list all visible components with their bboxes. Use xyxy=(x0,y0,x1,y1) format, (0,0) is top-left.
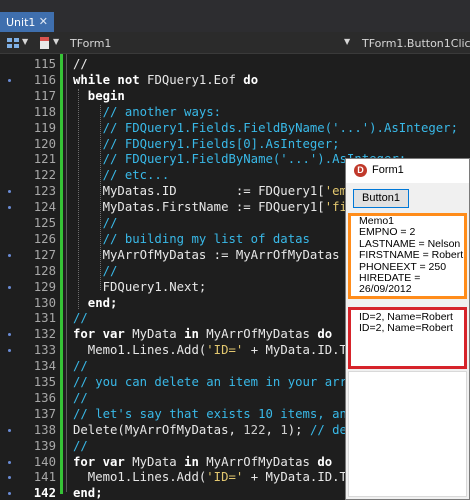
code-text[interactable]: // xyxy=(73,215,118,232)
line-number: 126 xyxy=(33,231,56,246)
line-number: 138 xyxy=(33,422,56,437)
code-text[interactable]: // xyxy=(73,390,88,407)
structure-icon[interactable] xyxy=(6,36,20,50)
delphi-logo-icon: D xyxy=(354,164,367,177)
tab-label: Unit1 xyxy=(6,16,36,29)
close-icon[interactable]: ✕ xyxy=(39,15,48,28)
memo-empty-area xyxy=(348,371,467,497)
code-text[interactable]: // FDQuery1.Fields.FieldByName('...').As… xyxy=(73,120,458,137)
line-number: 123 xyxy=(33,184,56,199)
method-selector[interactable]: TForm1.Button1Click xyxy=(362,37,470,50)
line-number: 128 xyxy=(33,263,56,278)
line-number: 142 xyxy=(33,486,56,500)
code-text[interactable]: MyDatas.ID := FDQuery1['em xyxy=(73,183,347,200)
breakpoint-marker-icon[interactable] xyxy=(8,460,11,464)
line-number: 139 xyxy=(33,438,56,453)
code-line[interactable]: 118 // another ways: xyxy=(0,104,470,121)
line-number: 117 xyxy=(33,88,56,103)
code-text[interactable]: // xyxy=(73,310,88,327)
document-icon[interactable] xyxy=(38,36,52,50)
line-number: 135 xyxy=(33,375,56,389)
breakpoint-marker-icon[interactable] xyxy=(8,428,11,432)
line-number: 129 xyxy=(33,279,56,294)
code-line[interactable]: 119 // FDQuery1.Fields.FieldByName('...'… xyxy=(0,120,470,137)
tab-unit1[interactable]: Unit1 ✕ xyxy=(0,12,54,32)
code-line[interactable]: 117 begin xyxy=(0,88,470,105)
breakpoint-marker-icon[interactable] xyxy=(8,492,11,496)
form-title-bar: D Form1 xyxy=(346,159,469,183)
line-number: 125 xyxy=(33,216,56,230)
line-number: 133 xyxy=(33,343,56,358)
code-text[interactable]: MyDatas.FirstName := FDQuery1['fi xyxy=(73,199,347,216)
code-text[interactable]: // xyxy=(73,438,88,455)
form1-window: D Form1 Button1 Memo1 EMPNO = 2 LASTNAME =… xyxy=(345,158,470,500)
code-text[interactable]: // xyxy=(73,263,118,280)
code-text[interactable]: Delete(MyArrOfMyDatas, 122, 1); // de xyxy=(73,422,347,439)
line-number: 134 xyxy=(33,359,56,374)
breakpoint-marker-icon[interactable] xyxy=(8,253,11,257)
code-text[interactable]: // xyxy=(73,358,88,375)
breakpoint-marker-icon[interactable] xyxy=(8,476,11,480)
line-number: 141 xyxy=(33,470,56,485)
code-text[interactable]: begin xyxy=(73,88,125,105)
code-line[interactable]: 115 // xyxy=(0,56,470,73)
code-line[interactable]: 116 while not FDQuery1.Eof do xyxy=(0,72,470,89)
line-number: 131 xyxy=(33,311,56,326)
memo1-output[interactable]: Memo1 EMPNO = 2 LASTNAME = Nelson FIRSTNAME… xyxy=(348,213,467,299)
line-number: 132 xyxy=(33,327,56,342)
breakpoint-marker-icon[interactable] xyxy=(8,349,11,353)
line-number: 127 xyxy=(33,247,56,262)
code-text[interactable]: for var MyData in MyArrOfMyDatas do xyxy=(73,326,332,343)
code-text[interactable]: // another ways: xyxy=(73,104,221,121)
code-text[interactable]: Memo1.Lines.Add('ID=' + MyData.ID.T xyxy=(73,469,347,486)
line-number: 118 xyxy=(33,104,56,119)
breakpoint-marker-icon[interactable] xyxy=(8,190,11,194)
code-text[interactable]: MyArrOfMyDatas := MyArrOfMyDatas xyxy=(73,247,340,264)
line-number: 119 xyxy=(33,120,56,135)
code-text[interactable]: end; xyxy=(73,485,103,500)
form-selector[interactable]: TForm1 xyxy=(70,37,111,50)
breakpoint-marker-icon[interactable] xyxy=(8,333,11,337)
breakpoint-marker-icon[interactable] xyxy=(8,285,11,289)
chevron-down-icon[interactable]: ▼ xyxy=(53,37,59,46)
memo-line: FIRSTNAME = Robert xyxy=(359,249,464,262)
line-number: 140 xyxy=(33,454,56,469)
code-text[interactable]: // let's say that exists 10 items, an xyxy=(73,406,347,423)
chevron-down-icon[interactable]: ▼ xyxy=(344,37,350,46)
line-number: 122 xyxy=(33,168,56,183)
code-line[interactable]: 120 // FDQuery1.Fields[0].AsInteger; xyxy=(0,136,470,153)
breakpoint-marker-icon[interactable] xyxy=(8,78,11,82)
line-number: 137 xyxy=(33,406,56,421)
code-text[interactable]: // you can delete an item in your arr xyxy=(73,374,347,391)
code-text[interactable]: Memo1.Lines.Add('ID=' + MyData.ID.T xyxy=(73,342,347,359)
memo-line: HIREDATE = 26/09/2012 xyxy=(359,272,421,296)
code-text[interactable]: // etc... xyxy=(73,167,170,184)
code-text[interactable]: FDQuery1.Next; xyxy=(73,279,207,296)
code-text[interactable]: for var MyData in MyArrOfMyDatas do xyxy=(73,454,332,471)
line-number: 136 xyxy=(33,390,56,405)
line-number: 116 xyxy=(33,72,56,87)
code-text[interactable]: // building my list of datas xyxy=(73,231,310,248)
memo-line: SALARY = 40000 xyxy=(359,295,464,296)
line-number: 124 xyxy=(33,200,56,215)
editor-toolbar: ▼ ▼ TForm1 ▼ TForm1.Button1Click xyxy=(0,32,470,54)
breakpoint-marker-icon[interactable] xyxy=(8,206,11,210)
code-text[interactable]: while not FDQuery1.Eof do xyxy=(73,72,258,89)
memo2-output[interactable]: ID=2, Name=Robert ID=2, Name=Robert xyxy=(348,307,467,369)
button1[interactable]: Button1 xyxy=(353,189,409,208)
code-text[interactable]: // xyxy=(73,56,88,73)
code-text[interactable]: end; xyxy=(73,295,118,312)
form-title: Form1 xyxy=(372,164,404,176)
code-text[interactable]: // FDQuery1.Fields[0].AsInteger; xyxy=(73,136,340,153)
editor-tab-strip: Unit1 ✕ xyxy=(0,0,470,32)
chevron-down-icon[interactable]: ▼ xyxy=(22,37,28,46)
line-number: 130 xyxy=(33,295,56,310)
memo-line: ID=2, Name=Robert xyxy=(359,322,453,335)
line-number: 120 xyxy=(33,136,56,151)
line-number: 121 xyxy=(33,152,56,167)
line-number: 115 xyxy=(33,57,56,71)
